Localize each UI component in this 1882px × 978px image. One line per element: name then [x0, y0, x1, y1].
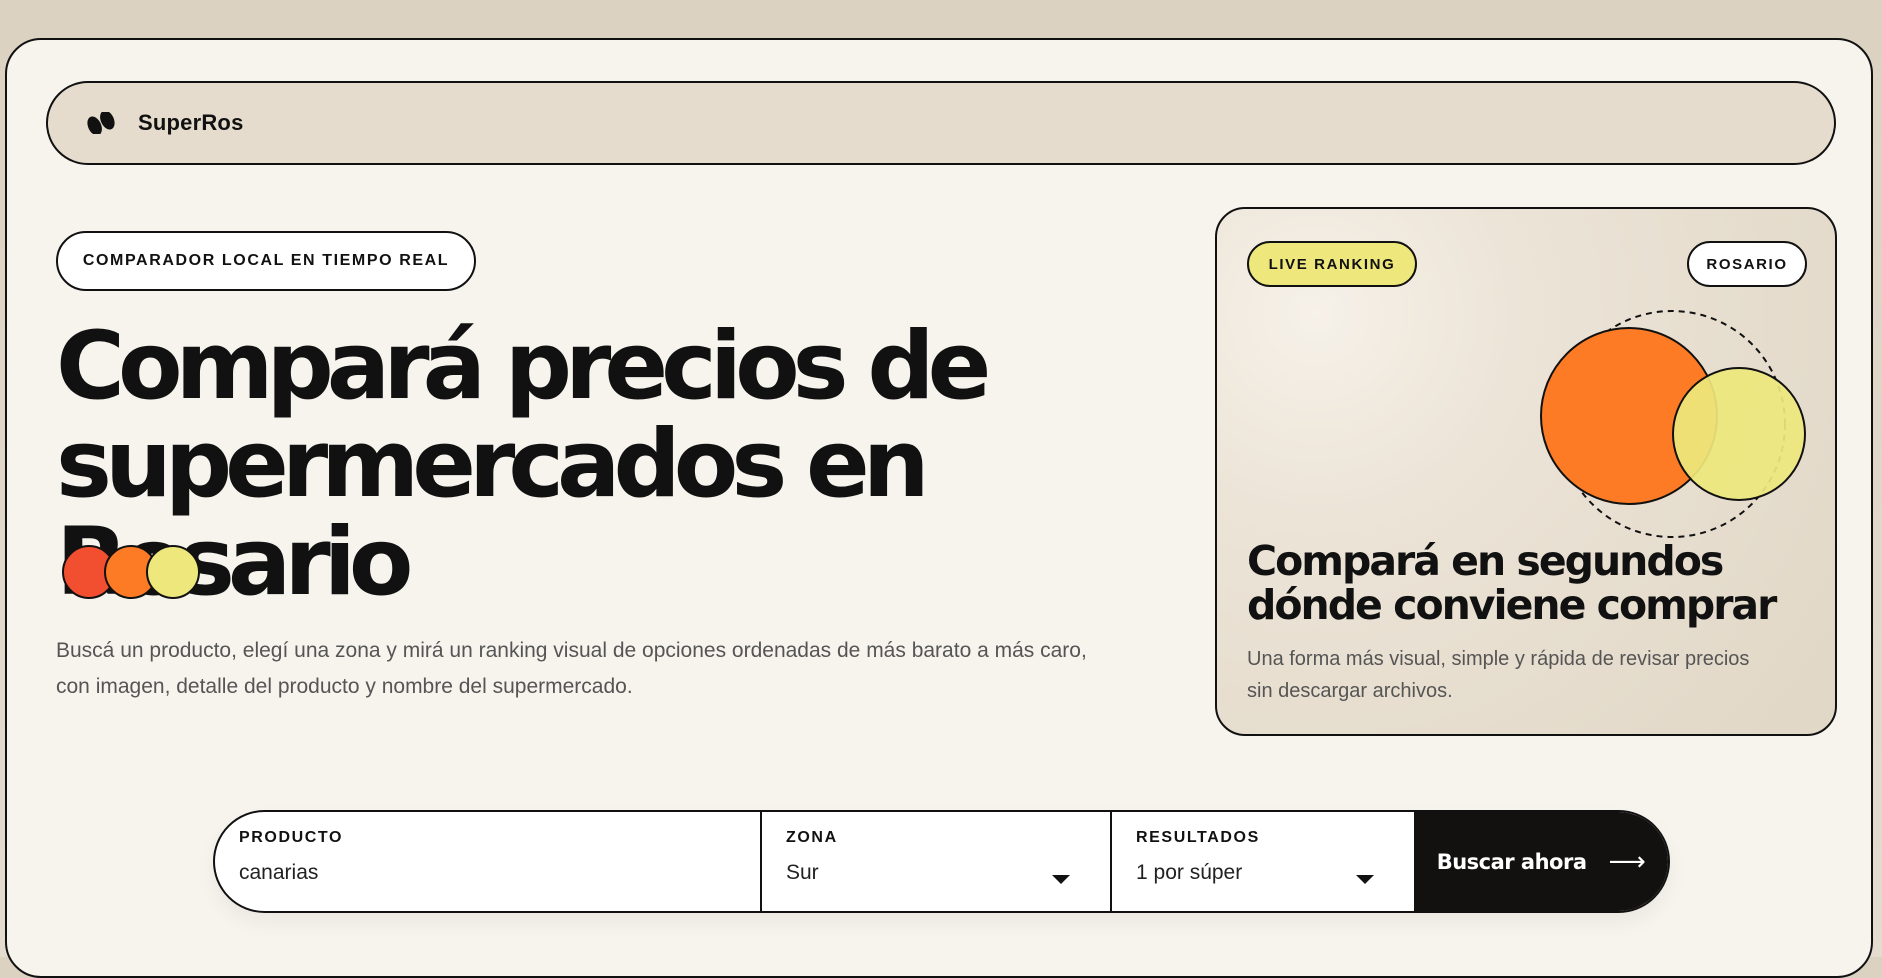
feature-card: LIVE RANKING ROSARIO Compará en segundos… [1215, 207, 1837, 736]
eyebrow-badge: COMPARADOR LOCAL EN TIEMPO REAL [56, 231, 476, 291]
hero-description: Buscá un producto, elegí una zona y mirá… [56, 639, 1087, 698]
product-input[interactable]: canarias [239, 861, 760, 885]
live-ranking-badge: LIVE RANKING [1247, 241, 1417, 287]
brand-name[interactable]: SuperRos [138, 110, 244, 136]
search-bar: PRODUCTO canarias ZONA Sur RESULTADOS 1 … [213, 810, 1670, 913]
search-button[interactable]: Buscar ahora ⟶ [1414, 812, 1668, 911]
city-badge: ROSARIO [1687, 241, 1807, 287]
zone-label: ZONA [786, 829, 838, 846]
results-label: RESULTADOS [1136, 829, 1260, 846]
top-navbar: SuperRos [46, 81, 1836, 165]
color-dots [62, 545, 212, 605]
arrow-right-icon: ⟶ [1608, 846, 1646, 877]
card-description: Una forma más visual, simple y rápida de… [1247, 648, 1750, 702]
card-title-line-1: Compará en segundos [1247, 537, 1724, 585]
results-select[interactable]: RESULTADOS 1 por súper [1110, 812, 1414, 911]
card-title: Compará en segundos dónde conviene compr… [1247, 539, 1807, 627]
chevron-down-icon[interactable] [1356, 875, 1374, 884]
hero-title-line-1: Compará precios de [56, 312, 991, 421]
yellow-dot [146, 545, 200, 599]
double-blob-logo-icon[interactable] [84, 112, 118, 134]
product-label: PRODUCTO [239, 829, 344, 846]
hero-title: Compará precios de supermercados en Rosa… [56, 318, 1206, 612]
venn-circles-illustration [1540, 310, 1806, 538]
zone-select[interactable]: ZONA Sur [760, 812, 1110, 911]
search-button-label: Buscar ahora [1436, 849, 1587, 874]
chevron-down-icon[interactable] [1052, 875, 1070, 884]
product-field[interactable]: PRODUCTO canarias [215, 812, 760, 911]
card-title-line-2: dónde conviene comprar [1247, 581, 1777, 629]
